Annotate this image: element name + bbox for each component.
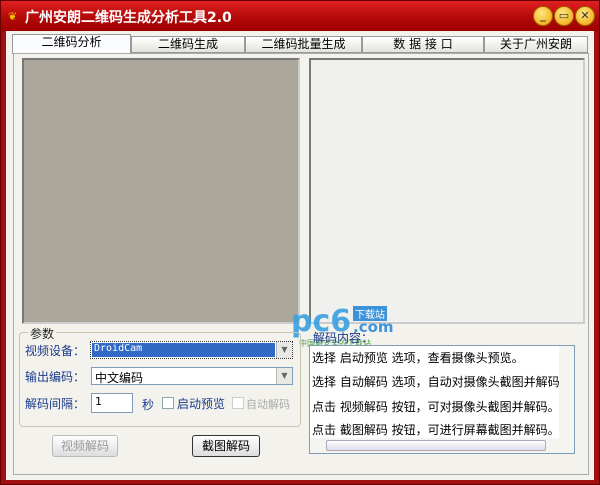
interval-value: 1 [95, 395, 102, 408]
tab-page: pc6 下载站 .com 中国最安全的下载站 参数 视频设备： DroidCam… [13, 53, 589, 475]
client-area: 二维码分析 二维码生成 二维码批量生成 数 据 接 口 关于广州安朗 pc6 下… [6, 31, 594, 480]
chevron-down-icon[interactable]: ▼ [276, 342, 292, 358]
encoding-label: 输出编码： [25, 368, 85, 385]
chevron-down-icon[interactable]: ▼ [276, 368, 292, 384]
device-select[interactable]: DroidCam ▼ [90, 341, 293, 359]
app-window: ❦ 广州安朗二维码生成分析工具2.0 _ ▭ ✕ 二维码分析 二维码生成 二维码… [0, 0, 600, 485]
tab-about[interactable]: 关于广州安朗 [484, 36, 588, 53]
output-line: 点击 视频解码 按钮，可对摄像头截图并解码。 [312, 398, 560, 415]
device-label: 视频设备： [25, 342, 85, 359]
horizontal-scrollbar[interactable] [310, 438, 574, 453]
butterfly-logo-icon: ❦ [8, 10, 17, 23]
close-button[interactable]: ✕ [575, 6, 595, 26]
vertical-scrollbar[interactable] [559, 346, 574, 438]
output-textbox[interactable]: 选择 启动预览 选项，查看摄像头预览。 选择 自动解码 选项，自动对摄像头截图并… [309, 345, 575, 454]
device-value: DroidCam [94, 343, 142, 354]
image-preview [309, 58, 585, 324]
encoding-select[interactable]: 中文编码 ▼ [91, 367, 293, 385]
interval-label: 解码间隔： [25, 395, 85, 412]
window-title: 广州安朗二维码生成分析工具2.0 [25, 7, 232, 27]
encoding-value: 中文编码 [95, 369, 143, 386]
tab-qr-generate[interactable]: 二维码生成 [131, 36, 245, 53]
auto-decode-label[interactable]: 自动解码 [246, 396, 290, 412]
output-line: 点击 截图解码 按钮，可进行屏幕截图并解码。 [312, 421, 560, 438]
auto-decode-checkbox[interactable] [232, 397, 244, 409]
video-decode-button[interactable]: 视频解码 [52, 435, 118, 457]
tab-data-api[interactable]: 数 据 接 口 [362, 36, 484, 53]
interval-unit: 秒 [142, 396, 154, 413]
preview-label[interactable]: 启动预览 [177, 395, 225, 412]
output-line: 选择 自动解码 选项，自动对摄像头截图并解码。 [312, 373, 572, 390]
tab-qr-batch[interactable]: 二维码批量生成 [245, 36, 362, 53]
video-preview [22, 58, 300, 324]
scrollbar-thumb[interactable] [326, 440, 546, 451]
output-label: 解码内容： [313, 329, 373, 346]
output-line: 选择 启动预览 选项，查看摄像头预览。 [312, 349, 524, 366]
screenshot-decode-button[interactable]: 截图解码 [192, 435, 260, 457]
preview-checkbox[interactable] [162, 397, 174, 409]
title-bar[interactable]: ❦ 广州安朗二维码生成分析工具2.0 _ ▭ ✕ [1, 1, 599, 31]
minimize-button[interactable]: _ [533, 6, 553, 26]
params-legend: 参数 [28, 325, 56, 342]
maximize-button[interactable]: ▭ [554, 6, 574, 26]
tab-qr-analyze[interactable]: 二维码分析 [12, 34, 131, 54]
interval-input[interactable]: 1 [91, 393, 133, 413]
params-group: 参数 视频设备： DroidCam ▼ 输出编码： 中文编码 ▼ 解码间隔： 1… [19, 332, 301, 427]
